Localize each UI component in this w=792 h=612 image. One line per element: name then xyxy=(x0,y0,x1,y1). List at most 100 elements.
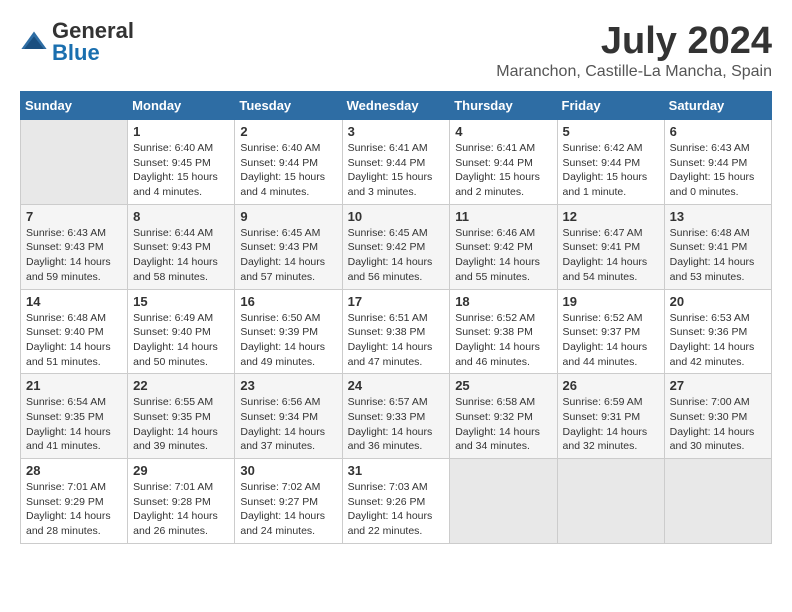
calendar-cell xyxy=(450,459,557,544)
day-number: 1 xyxy=(133,124,229,139)
day-number: 26 xyxy=(563,378,659,393)
calendar-cell: 30 Sunrise: 7:02 AMSunset: 9:27 PMDaylig… xyxy=(235,459,342,544)
day-info: Sunrise: 7:01 AMSunset: 9:28 PMDaylight:… xyxy=(133,481,218,537)
calendar-cell: 21 Sunrise: 6:54 AMSunset: 9:35 PMDaylig… xyxy=(21,374,128,459)
day-info: Sunrise: 6:54 AMSunset: 9:35 PMDaylight:… xyxy=(26,396,111,452)
day-info: Sunrise: 6:45 AMSunset: 9:42 PMDaylight:… xyxy=(348,227,433,283)
header: General Blue July 2024 Maranchon, Castil… xyxy=(20,20,772,81)
calendar-cell: 8 Sunrise: 6:44 AMSunset: 9:43 PMDayligh… xyxy=(128,204,235,289)
calendar-cell: 10 Sunrise: 6:45 AMSunset: 9:42 PMDaylig… xyxy=(342,204,450,289)
weekday-header-row: Sunday Monday Tuesday Wednesday Thursday… xyxy=(21,92,772,120)
day-info: Sunrise: 6:57 AMSunset: 9:33 PMDaylight:… xyxy=(348,396,433,452)
day-number: 9 xyxy=(240,209,336,224)
day-number: 27 xyxy=(670,378,766,393)
day-info: Sunrise: 7:03 AMSunset: 9:26 PMDaylight:… xyxy=(348,481,433,537)
day-info: Sunrise: 7:00 AMSunset: 9:30 PMDaylight:… xyxy=(670,396,755,452)
day-number: 2 xyxy=(240,124,336,139)
calendar-cell: 26 Sunrise: 6:59 AMSunset: 9:31 PMDaylig… xyxy=(557,374,664,459)
calendar-cell xyxy=(557,459,664,544)
calendar-table: Sunday Monday Tuesday Wednesday Thursday… xyxy=(20,91,772,544)
day-number: 18 xyxy=(455,294,551,309)
calendar-cell: 31 Sunrise: 7:03 AMSunset: 9:26 PMDaylig… xyxy=(342,459,450,544)
day-number: 14 xyxy=(26,294,122,309)
calendar-week-row: 28 Sunrise: 7:01 AMSunset: 9:29 PMDaylig… xyxy=(21,459,772,544)
calendar-cell: 18 Sunrise: 6:52 AMSunset: 9:38 PMDaylig… xyxy=(450,289,557,374)
day-number: 19 xyxy=(563,294,659,309)
day-number: 3 xyxy=(348,124,445,139)
day-info: Sunrise: 6:40 AMSunset: 9:45 PMDaylight:… xyxy=(133,142,218,198)
day-number: 7 xyxy=(26,209,122,224)
calendar-cell: 22 Sunrise: 6:55 AMSunset: 9:35 PMDaylig… xyxy=(128,374,235,459)
day-info: Sunrise: 6:48 AMSunset: 9:41 PMDaylight:… xyxy=(670,227,755,283)
day-info: Sunrise: 6:46 AMSunset: 9:42 PMDaylight:… xyxy=(455,227,540,283)
day-info: Sunrise: 6:44 AMSunset: 9:43 PMDaylight:… xyxy=(133,227,218,283)
calendar-cell: 20 Sunrise: 6:53 AMSunset: 9:36 PMDaylig… xyxy=(664,289,771,374)
calendar-cell: 13 Sunrise: 6:48 AMSunset: 9:41 PMDaylig… xyxy=(664,204,771,289)
calendar-cell xyxy=(21,120,128,205)
calendar-cell: 2 Sunrise: 6:40 AMSunset: 9:44 PMDayligh… xyxy=(235,120,342,205)
day-number: 4 xyxy=(455,124,551,139)
day-info: Sunrise: 6:40 AMSunset: 9:44 PMDaylight:… xyxy=(240,142,325,198)
calendar-week-row: 7 Sunrise: 6:43 AMSunset: 9:43 PMDayligh… xyxy=(21,204,772,289)
calendar-body: 1 Sunrise: 6:40 AMSunset: 9:45 PMDayligh… xyxy=(21,120,772,544)
month-title: July 2024 xyxy=(496,20,772,63)
day-info: Sunrise: 6:49 AMSunset: 9:40 PMDaylight:… xyxy=(133,312,218,368)
day-info: Sunrise: 6:52 AMSunset: 9:38 PMDaylight:… xyxy=(455,312,540,368)
calendar-cell: 12 Sunrise: 6:47 AMSunset: 9:41 PMDaylig… xyxy=(557,204,664,289)
title-area: July 2024 Maranchon, Castille-La Mancha,… xyxy=(496,20,772,81)
header-saturday: Saturday xyxy=(664,92,771,120)
day-info: Sunrise: 6:47 AMSunset: 9:41 PMDaylight:… xyxy=(563,227,648,283)
calendar-cell: 5 Sunrise: 6:42 AMSunset: 9:44 PMDayligh… xyxy=(557,120,664,205)
calendar-cell: 27 Sunrise: 7:00 AMSunset: 9:30 PMDaylig… xyxy=(664,374,771,459)
day-info: Sunrise: 6:53 AMSunset: 9:36 PMDaylight:… xyxy=(670,312,755,368)
day-info: Sunrise: 6:43 AMSunset: 9:44 PMDaylight:… xyxy=(670,142,755,198)
day-number: 17 xyxy=(348,294,445,309)
day-number: 22 xyxy=(133,378,229,393)
day-info: Sunrise: 6:52 AMSunset: 9:37 PMDaylight:… xyxy=(563,312,648,368)
day-number: 10 xyxy=(348,209,445,224)
day-number: 28 xyxy=(26,463,122,478)
calendar-cell: 28 Sunrise: 7:01 AMSunset: 9:29 PMDaylig… xyxy=(21,459,128,544)
location-title: Maranchon, Castille-La Mancha, Spain xyxy=(496,63,772,81)
calendar-cell: 3 Sunrise: 6:41 AMSunset: 9:44 PMDayligh… xyxy=(342,120,450,205)
header-thursday: Thursday xyxy=(450,92,557,120)
calendar-week-row: 1 Sunrise: 6:40 AMSunset: 9:45 PMDayligh… xyxy=(21,120,772,205)
calendar-cell xyxy=(664,459,771,544)
calendar-cell: 24 Sunrise: 6:57 AMSunset: 9:33 PMDaylig… xyxy=(342,374,450,459)
day-number: 11 xyxy=(455,209,551,224)
day-info: Sunrise: 7:02 AMSunset: 9:27 PMDaylight:… xyxy=(240,481,325,537)
day-info: Sunrise: 6:45 AMSunset: 9:43 PMDaylight:… xyxy=(240,227,325,283)
day-info: Sunrise: 6:55 AMSunset: 9:35 PMDaylight:… xyxy=(133,396,218,452)
calendar-cell: 19 Sunrise: 6:52 AMSunset: 9:37 PMDaylig… xyxy=(557,289,664,374)
calendar-cell: 7 Sunrise: 6:43 AMSunset: 9:43 PMDayligh… xyxy=(21,204,128,289)
day-number: 5 xyxy=(563,124,659,139)
calendar-cell: 9 Sunrise: 6:45 AMSunset: 9:43 PMDayligh… xyxy=(235,204,342,289)
calendar-cell: 25 Sunrise: 6:58 AMSunset: 9:32 PMDaylig… xyxy=(450,374,557,459)
day-number: 13 xyxy=(670,209,766,224)
calendar-week-row: 14 Sunrise: 6:48 AMSunset: 9:40 PMDaylig… xyxy=(21,289,772,374)
calendar-cell: 14 Sunrise: 6:48 AMSunset: 9:40 PMDaylig… xyxy=(21,289,128,374)
day-info: Sunrise: 6:43 AMSunset: 9:43 PMDaylight:… xyxy=(26,227,111,283)
calendar-cell: 23 Sunrise: 6:56 AMSunset: 9:34 PMDaylig… xyxy=(235,374,342,459)
day-info: Sunrise: 6:41 AMSunset: 9:44 PMDaylight:… xyxy=(455,142,540,198)
day-info: Sunrise: 6:58 AMSunset: 9:32 PMDaylight:… xyxy=(455,396,540,452)
day-info: Sunrise: 6:48 AMSunset: 9:40 PMDaylight:… xyxy=(26,312,111,368)
calendar-header: Sunday Monday Tuesday Wednesday Thursday… xyxy=(21,92,772,120)
day-number: 21 xyxy=(26,378,122,393)
logo: General Blue xyxy=(20,20,134,64)
day-info: Sunrise: 6:51 AMSunset: 9:38 PMDaylight:… xyxy=(348,312,433,368)
day-number: 23 xyxy=(240,378,336,393)
day-info: Sunrise: 6:59 AMSunset: 9:31 PMDaylight:… xyxy=(563,396,648,452)
day-number: 12 xyxy=(563,209,659,224)
calendar-cell: 1 Sunrise: 6:40 AMSunset: 9:45 PMDayligh… xyxy=(128,120,235,205)
calendar-week-row: 21 Sunrise: 6:54 AMSunset: 9:35 PMDaylig… xyxy=(21,374,772,459)
logo-blue-text: Blue xyxy=(52,40,100,65)
day-number: 29 xyxy=(133,463,229,478)
logo-icon xyxy=(20,28,48,56)
day-number: 20 xyxy=(670,294,766,309)
day-info: Sunrise: 6:41 AMSunset: 9:44 PMDaylight:… xyxy=(348,142,433,198)
day-number: 24 xyxy=(348,378,445,393)
header-wednesday: Wednesday xyxy=(342,92,450,120)
day-number: 6 xyxy=(670,124,766,139)
header-friday: Friday xyxy=(557,92,664,120)
